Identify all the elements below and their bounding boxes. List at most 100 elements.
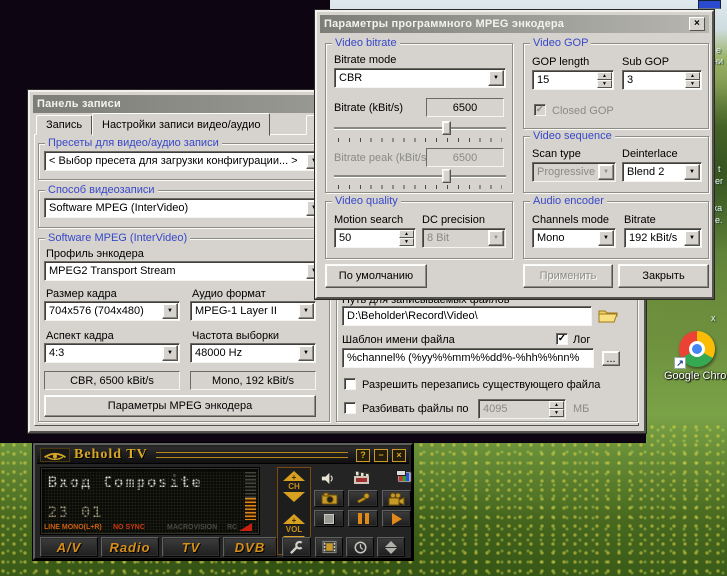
stop-button[interactable]	[314, 510, 344, 527]
video-summary: CBR, 6500 kBit/s	[44, 371, 180, 390]
chevron-down-icon[interactable]: ▼	[598, 230, 614, 246]
motion-search-spinner[interactable]: 50 ▲ ▼	[334, 228, 416, 248]
gop-length-spinner[interactable]: 15 ▲ ▼	[532, 70, 614, 90]
chevron-down-icon[interactable]: ▼	[684, 230, 700, 246]
spin-down-icon[interactable]: ▼	[685, 80, 700, 88]
audio-format-combobox[interactable]: MPEG-1 Layer II ▼	[190, 301, 316, 321]
pause-button[interactable]	[348, 510, 378, 527]
mode-dvb-button[interactable]: DVB	[223, 537, 277, 557]
minimode-toggle-button[interactable]	[377, 537, 405, 557]
video-files-button[interactable]	[315, 537, 343, 557]
window-title: Панель записи	[37, 98, 121, 110]
desktop: е ни t er ка е. х ↗ Google Chro Панель з…	[0, 0, 727, 576]
record-path-input[interactable]: D:\Beholder\Record\Video\	[342, 306, 592, 326]
channels-mode-combobox[interactable]: Mono ▼	[532, 228, 616, 248]
bitrate-mode-combobox[interactable]: CBR ▼	[334, 68, 506, 88]
preset-combobox[interactable]: < Выбор пресета для загрузки конфигураци…	[44, 151, 324, 171]
browse-folder-icon[interactable]	[598, 308, 618, 324]
video-sequence-group: Video sequence Scan type Progressive ▼ D…	[523, 136, 709, 193]
mode-radio-button[interactable]: Radio	[101, 537, 159, 557]
preset-value: < Выбор пресета для загрузки конфигураци…	[44, 151, 324, 171]
close-icon[interactable]: ×	[392, 449, 406, 462]
chevron-down-icon[interactable]: ▼	[488, 70, 504, 86]
frame-size-combobox[interactable]: 704x576 (704x480) ▼	[44, 301, 180, 321]
play-icon	[392, 513, 402, 525]
spin-down-icon[interactable]: ▼	[597, 80, 612, 88]
snapshot-button[interactable]	[314, 490, 344, 507]
chevron-down-icon[interactable]: ▼	[162, 303, 178, 319]
scheduler-button[interactable]	[346, 537, 374, 557]
video-gop-group: Video GOP GOP length 15 ▲ ▼ Sub GOP 3 ▲ …	[523, 43, 709, 129]
spin-up-icon[interactable]: ▲	[685, 72, 700, 80]
close-icon[interactable]: ×	[689, 17, 705, 31]
desktop-label-fragment: е.	[715, 215, 723, 225]
tab-video-audio-settings[interactable]: Настройки записи видео/аудио	[92, 113, 270, 136]
sample-rate-combobox[interactable]: 48000 Hz ▼	[190, 343, 316, 363]
channels-mode-label: Channels mode	[532, 214, 609, 226]
spin-up-icon[interactable]: ▲	[549, 401, 564, 409]
chevron-down-icon[interactable]: ▼	[684, 164, 700, 180]
slider-ticks	[338, 185, 502, 189]
chevron-down-icon[interactable]: ▼	[298, 303, 314, 319]
presets-group-title: Пресеты для видео/аудио записи	[45, 137, 222, 149]
bitrate-mode-label: Bitrate mode	[334, 54, 396, 66]
deinterlace-combobox[interactable]: Blend 2 ▼	[622, 162, 702, 182]
filename-template-input[interactable]: %channel% (%yy%%mm%%dd%-%hh%%nn%	[342, 348, 594, 368]
log-checkbox-label: Лог	[573, 334, 590, 346]
mpeg-encoder-params-button[interactable]: Параметры MPEG энкодера	[44, 395, 316, 417]
slider-thumb[interactable]	[442, 121, 451, 135]
minimize-icon[interactable]: −	[374, 449, 388, 462]
chevron-down-icon: ▼	[488, 230, 504, 246]
chrome-shortcut[interactable]: ↗ Google Chro	[662, 331, 727, 382]
record-method-value: Software MPEG (InterVideo)	[44, 198, 324, 218]
encoder-profile-value: MPEG2 Transport Stream	[44, 261, 324, 281]
tab-record[interactable]: Запись	[36, 115, 92, 135]
apply-button: Применить	[523, 264, 613, 288]
overwrite-checkbox[interactable]	[344, 378, 356, 390]
spin-up-icon[interactable]: ▲	[597, 72, 612, 80]
mode-tv-button[interactable]: TV	[162, 537, 220, 557]
clapperboard-icon[interactable]	[353, 469, 371, 485]
channel-down-button[interactable]	[283, 492, 305, 502]
video-quality-title: Video quality	[332, 195, 401, 207]
timer-icon	[353, 540, 368, 555]
channel-label: CH	[278, 482, 310, 491]
tv-screen-icon[interactable]	[395, 469, 412, 484]
video-record-button[interactable]	[382, 490, 411, 507]
chevron-down-icon[interactable]: ▼	[298, 345, 314, 361]
audio-bitrate-combobox[interactable]: 192 kBit/s ▼	[624, 228, 702, 248]
spin-down-icon[interactable]: ▼	[549, 409, 564, 417]
led-display: Вход Composite 23 01 LINE MONO(L+R) NO S…	[40, 467, 260, 535]
bitrate-label: Bitrate (kBit/s)	[334, 102, 403, 114]
log-checkbox[interactable]: ✓	[556, 333, 568, 345]
speaker-icon[interactable]	[319, 470, 335, 486]
audio-summary: Mono, 192 kBit/s	[190, 371, 316, 390]
settings-button[interactable]	[282, 537, 311, 557]
encoder-dialog-titlebar[interactable]: Параметры программного MPEG энкодера ×	[320, 15, 709, 33]
split-size-spinner[interactable]: 4095 ▲ ▼	[478, 399, 566, 419]
audio-level-meter	[245, 472, 256, 520]
template-more-button[interactable]: ...	[602, 351, 620, 366]
chevron-down-icon[interactable]: ▼	[162, 345, 178, 361]
encoder-profile-combobox[interactable]: MPEG2 Transport Stream ▼	[44, 261, 324, 281]
split-files-checkbox[interactable]	[344, 402, 356, 414]
aspect-combobox[interactable]: 4:3 ▼	[44, 343, 180, 363]
spin-up-icon[interactable]: ▲	[399, 230, 414, 238]
record-method-combobox[interactable]: Software MPEG (InterVideo) ▼	[44, 198, 324, 218]
close-button[interactable]: Закрыть	[618, 264, 709, 288]
sub-gop-spinner[interactable]: 3 ▲ ▼	[622, 70, 702, 90]
bitrate-peak-label: Bitrate peak (kBit/s)	[334, 152, 430, 164]
sync-status: NO SYNC	[113, 524, 145, 531]
tv-titlebar[interactable]: Behold TV ? − ×	[37, 447, 409, 464]
audio-bitrate-label: Bitrate	[624, 214, 656, 226]
audio-record-button[interactable]	[348, 490, 378, 507]
play-button[interactable]	[382, 510, 411, 527]
aspect-label: Аспект кадра	[46, 330, 114, 342]
help-icon[interactable]: ?	[356, 449, 370, 462]
profile-label: Профиль энкодера	[46, 248, 144, 260]
mode-av-button[interactable]: A/V	[40, 537, 98, 557]
bitrate-slider[interactable]	[334, 120, 506, 136]
defaults-button[interactable]: По умолчанию	[325, 264, 427, 288]
spin-down-icon[interactable]: ▼	[399, 238, 414, 246]
desktop-label-fragment: ни	[713, 56, 723, 66]
